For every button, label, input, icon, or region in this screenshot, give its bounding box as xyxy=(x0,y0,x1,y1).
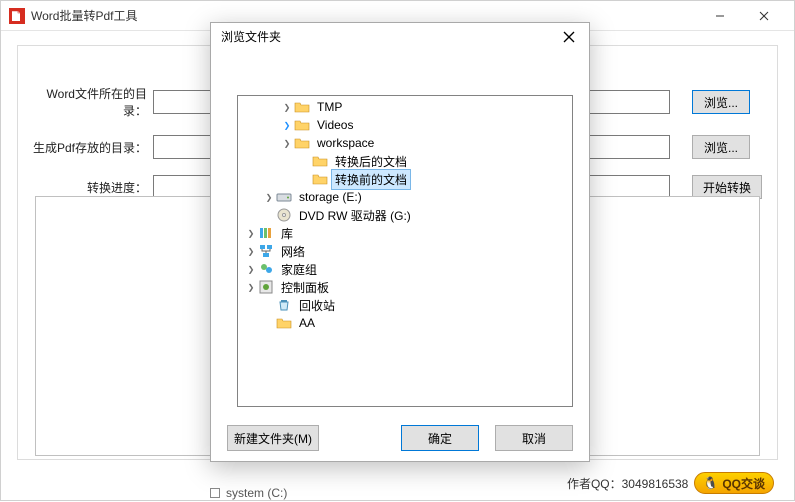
chevron-right-icon[interactable]: ❯ xyxy=(280,100,294,114)
tree-node-label: 回收站 xyxy=(296,296,338,315)
stray-label: system (C:) xyxy=(226,486,287,500)
tree-node[interactable]: ❯ storage (E:) xyxy=(238,188,572,206)
tree-node[interactable]: ❯ TMP xyxy=(238,98,572,116)
disc-icon xyxy=(276,207,292,223)
tree-spacer xyxy=(262,316,276,330)
dialog-button-row: 新建文件夹(M) 确定 取消 xyxy=(211,415,589,461)
recycle-bin-icon xyxy=(276,297,292,313)
tree-node-label: AA xyxy=(296,315,318,331)
folder-icon xyxy=(312,153,328,169)
chevron-right-icon[interactable]: ❯ xyxy=(244,226,258,240)
tree-node-label: TMP xyxy=(314,99,345,115)
tree-spacer xyxy=(262,208,276,222)
dialog-titlebar: 浏览文件夹 xyxy=(211,23,589,51)
tree-node[interactable]: ❯ 家庭组 xyxy=(238,260,572,278)
tree-node-label: 网络 xyxy=(278,242,308,261)
tree-node[interactable]: DVD RW 驱动器 (G:) xyxy=(238,206,572,224)
tree-node-label: 转换后的文档 xyxy=(332,152,410,171)
chevron-right-icon[interactable]: ❯ xyxy=(280,136,294,150)
homegroup-icon xyxy=(258,261,274,277)
tree-node-label: 库 xyxy=(278,224,296,243)
tree-node-label: Videos xyxy=(314,117,356,133)
folder-icon xyxy=(294,135,310,151)
tree-node[interactable]: ❯ 网络 xyxy=(238,242,572,260)
tree-node[interactable]: ❯库 xyxy=(238,224,572,242)
dialog-title: 浏览文件夹 xyxy=(221,28,281,45)
folder-icon xyxy=(294,99,310,115)
chevron-right-icon[interactable]: ❯ xyxy=(244,244,258,258)
tree-spacer xyxy=(298,154,312,168)
drive-icon xyxy=(276,189,292,205)
chevron-right-icon[interactable]: ❯ xyxy=(244,280,258,294)
ok-button[interactable]: 确定 xyxy=(401,425,479,451)
chevron-right-icon[interactable]: ❯ xyxy=(280,118,294,132)
cancel-button[interactable]: 取消 xyxy=(495,425,573,451)
tree-node-label: 家庭组 xyxy=(278,260,320,279)
tree-node[interactable]: 转换前的文档 xyxy=(238,170,572,188)
tree-node-label: DVD RW 驱动器 (G:) xyxy=(296,206,414,225)
tree-node-label: storage (E:) xyxy=(296,189,365,205)
folder-tree[interactable]: ❯ TMP ❯ Videos ❯ workspace转换后的文档转换前的文档 ❯ storag… xyxy=(237,95,573,407)
tree-node[interactable]: AA xyxy=(238,314,572,332)
tree-node[interactable]: ❯ Videos xyxy=(238,116,572,134)
folder-icon xyxy=(312,171,328,187)
modal-overlay: 浏览文件夹 ❯TMP❯Videos❯workspace转换后的文档转换前的文档❯… xyxy=(0,0,795,501)
dialog-close-button[interactable] xyxy=(549,23,589,51)
new-folder-button[interactable]: 新建文件夹(M) xyxy=(227,425,319,451)
browse-folder-dialog: 浏览文件夹 ❯TMP❯Videos❯workspace转换后的文档转换前的文档❯… xyxy=(210,22,590,462)
tree-node[interactable]: 回收站 xyxy=(238,296,572,314)
chevron-right-icon[interactable]: ❯ xyxy=(262,190,276,204)
tree-node[interactable]: ❯ 控制面板 xyxy=(238,278,572,296)
tree-node-label: 转换前的文档 xyxy=(332,170,410,189)
tree-spacer xyxy=(298,172,312,186)
network-icon xyxy=(258,243,274,259)
chevron-right-icon[interactable]: ❯ xyxy=(244,262,258,276)
tree-spacer xyxy=(262,298,276,312)
tree-node-label: workspace xyxy=(314,135,377,151)
folder-icon xyxy=(276,315,292,331)
stray-icon xyxy=(210,488,220,498)
stray-item: system (C:) xyxy=(210,484,287,502)
tree-node[interactable]: ❯ workspace xyxy=(238,134,572,152)
control-panel-icon xyxy=(258,279,274,295)
folder-icon xyxy=(294,117,310,133)
tree-node-label: 控制面板 xyxy=(278,278,332,297)
library-icon xyxy=(258,225,274,241)
tree-node[interactable]: 转换后的文档 xyxy=(238,152,572,170)
